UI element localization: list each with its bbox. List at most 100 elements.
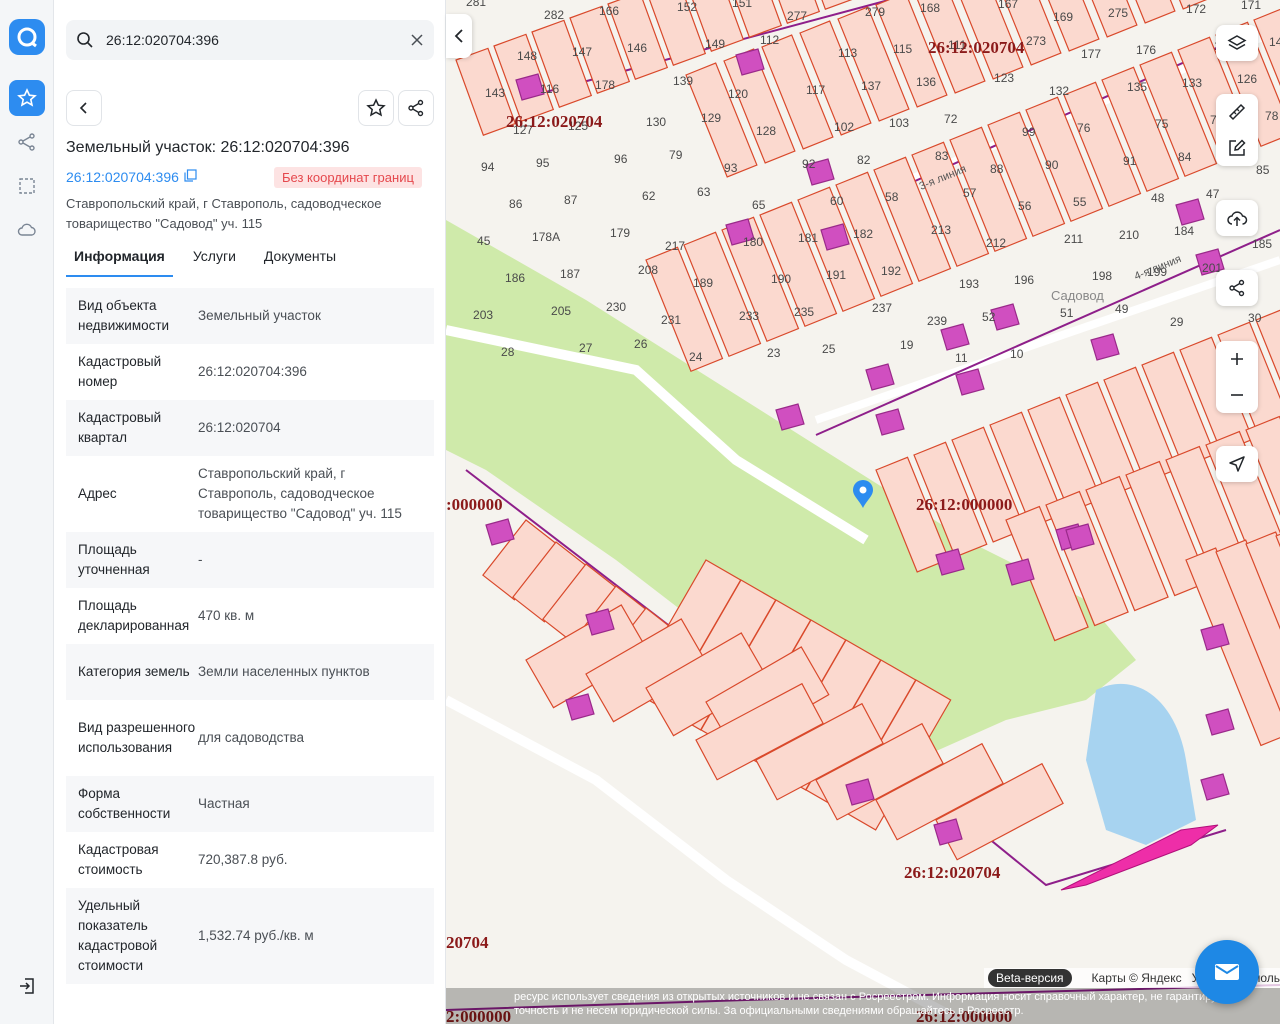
tab-info[interactable]: Информация [66,238,173,277]
parcel-number: 113 [838,46,857,60]
parcel-number: 62 [642,189,656,203]
parcel-number: 275 [1108,6,1128,20]
cadastral-map[interactable]: 281 282 166 152 151 277 279 168 167 169 275 172 171 1… [446,0,1280,1024]
parcel-number: 181 [798,231,818,245]
parcel-number: 180 [743,235,763,249]
layers-icon[interactable] [1216,25,1258,61]
share-map-control[interactable] [1216,270,1258,306]
cloud-icon[interactable] [9,212,45,248]
table-row: Кадастровый квартал 26:12:020704 [66,400,434,456]
parcel-number: 277 [787,9,807,23]
logo-icon[interactable] [9,19,45,55]
parcel-number: 112 [760,33,779,47]
tab-services[interactable]: Услуги [185,238,244,277]
parcel-number: 137 [861,79,881,93]
parcel-number: 191 [826,268,846,282]
parcel-number: 212 [986,236,1006,250]
parcel-number: 213 [931,223,951,237]
search-input[interactable] [104,31,400,49]
close-icon[interactable] [400,34,434,46]
cadastral-number-link[interactable]: 26:12:020704:396 [66,169,197,185]
row-key: Вид разрешенного использования [78,720,196,755]
parcel-number: 189 [693,276,713,290]
map-canvas[interactable]: 281282 166 152 151277 279 168 167169 275 172 1711… [446,0,1280,1024]
quarter-label: 26:12:020704 [904,863,1001,882]
row-value: 26:12:020704 [198,420,281,435]
share-map-icon[interactable] [1216,270,1258,306]
locate-icon[interactable] [1216,446,1258,482]
tab-documents[interactable]: Документы [256,238,344,277]
parcel-number: 91 [1123,154,1137,168]
parcel-number: 57 [963,186,977,200]
parcel-number: 63 [697,185,711,199]
parcel-number: 49 [1115,302,1129,316]
parcel-number: 239 [927,314,947,328]
parcel-number: 282 [544,8,564,22]
row-value: 470 кв. м [198,608,255,623]
parcel-number: 279 [865,5,885,19]
parcel-number: 117 [806,83,825,97]
parcel-number: 27 [579,341,593,355]
quarter-label: :000000 [446,495,503,514]
chevron-left-icon[interactable] [446,14,472,58]
share-icon[interactable] [398,90,434,126]
parcel-number: 190 [771,272,791,286]
upload-icon[interactable] [1216,200,1258,236]
parcel-number: 86 [509,197,523,211]
favorite-icon[interactable] [358,90,394,126]
table-row: Категория земель Земли населенных пунктов [66,644,434,700]
status-badge: Без координат границ [274,167,422,188]
parcel-number: 26 [634,337,648,351]
parcel-number: 92 [802,157,816,171]
cadastral-number-text[interactable]: 26:12:020704:396 [66,169,179,185]
parcel-number: 149 [705,37,725,51]
row-value: 26:12:020704:396 [198,364,307,379]
page-title: Земельный участок: 26:12:020704:396 [66,139,350,156]
row-key: Адрес [78,486,117,501]
row-key: Площадь декларированная [78,598,190,633]
parcel-number: 132 [1049,84,1069,98]
search-icon [66,31,104,49]
logout-icon[interactable] [9,968,45,1004]
parcel-number: 135 [1127,80,1147,94]
select-area-icon[interactable] [9,168,45,204]
parcel-number: 84 [1178,150,1192,164]
parcel-number: 19 [900,338,914,352]
parcel-number: 88 [990,162,1004,176]
star-icon[interactable] [9,80,45,116]
row-key: Удельный показатель кадастровой стоимост… [78,898,158,973]
back-icon[interactable] [66,90,102,126]
parcel-number: 139 [673,74,693,88]
row-value: Земли населенных пунктов [198,664,370,679]
locate-control[interactable] [1216,446,1258,482]
parcel-number: 133 [1182,76,1202,90]
parcel-number: 128 [756,124,776,138]
upload-control[interactable] [1216,200,1258,236]
parcel-number: 90 [1045,158,1059,172]
quarter-label: 26:12:020704 [928,38,1025,57]
parcel-number: 217 [665,239,685,253]
parcel-number: 11 [955,351,968,365]
table-row: Кадастровая стоимость 720,387.8 руб. [66,832,434,888]
parcel-number: 76 [1077,121,1091,135]
disclaimer-text: ресурс использует сведения из открытых и… [514,991,1231,1017]
mail-icon[interactable] [1195,940,1259,1004]
parcel-number: 30 [1248,311,1262,325]
row-key: Кадастровый номер [78,354,162,389]
layers-control[interactable] [1216,25,1258,61]
row-key: Кадастровая стоимость [78,842,159,877]
ruler-icon[interactable] [1216,94,1258,130]
parcel-number: 152 [677,0,697,14]
parcel-number: 95 [536,156,550,170]
parcel-number: 123 [994,71,1014,85]
edit-icon[interactable] [1216,130,1258,166]
street-label: Садовод [1051,288,1104,303]
zoom-out-icon[interactable] [1216,377,1258,413]
route-icon[interactable] [9,124,45,160]
row-key: Категория земель [78,664,190,679]
copy-icon[interactable] [184,169,197,185]
zoom-in-icon[interactable] [1216,341,1258,377]
parcel-number: 79 [669,148,683,162]
info-table: Вид объекта недвижимости Земельный участо… [66,288,434,984]
maps-copyright[interactable]: Карты © Яндекс [1092,971,1182,985]
